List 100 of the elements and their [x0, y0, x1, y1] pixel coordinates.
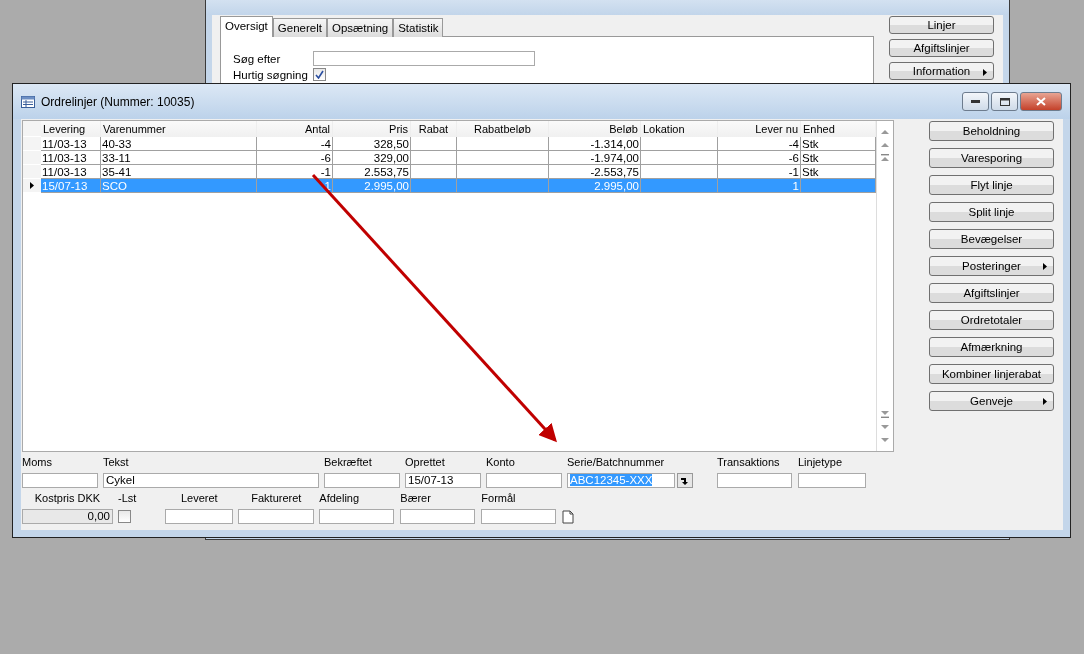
table-cell — [411, 151, 457, 165]
action-button[interactable]: Flyt linje — [929, 175, 1054, 195]
table-cell: 11/03-13 — [41, 137, 101, 151]
search-field[interactable] — [313, 51, 535, 66]
table-cell: 2.995,00 — [549, 179, 641, 193]
field-label: Formål — [481, 492, 517, 505]
note-icon[interactable] — [562, 510, 575, 524]
text-field[interactable] — [238, 509, 315, 524]
checkbox[interactable] — [313, 68, 326, 81]
field-label: Søg efter — [233, 52, 282, 65]
table-cell: Stk — [801, 151, 876, 165]
table-cell: 11/03-13 — [41, 151, 101, 165]
action-button[interactable]: Beholdning — [929, 121, 1054, 141]
table-cell: Stk — [801, 137, 876, 151]
field-label: Kostpris DKK — [33, 492, 102, 505]
action-button[interactable]: Afmærkning — [929, 337, 1054, 357]
field-label: -Lst — [118, 492, 137, 505]
column-header[interactable]: Lever nu — [718, 121, 801, 137]
column-header[interactable]: Rabat — [411, 121, 457, 137]
table-cell: -1.974,00 — [549, 151, 641, 165]
text-field[interactable] — [165, 509, 234, 524]
scroll-bottom-icon[interactable] — [881, 437, 889, 445]
minimize-button[interactable] — [962, 92, 989, 111]
tab[interactable]: Oversigt — [220, 16, 273, 37]
action-button[interactable]: Genveje — [929, 391, 1054, 411]
column-header[interactable]: Enhed — [801, 121, 876, 137]
field-label: Bekræftet — [324, 456, 373, 469]
field-label: Faktureret — [250, 492, 303, 505]
lookup-button[interactable] — [677, 473, 693, 488]
action-button[interactable]: Afgiftslinjer — [889, 39, 994, 57]
tab[interactable]: Opsætning — [326, 18, 394, 37]
text-field[interactable] — [22, 473, 98, 488]
action-button[interactable]: Kombiner linjerabat — [929, 364, 1054, 384]
arrow-icon — [681, 476, 689, 485]
table-cell: SCO — [101, 179, 257, 193]
table-icon — [21, 95, 35, 108]
field-label: Konto — [486, 456, 516, 469]
table-cell: 1 — [718, 179, 801, 193]
field-label: Hurtig søgning — [233, 68, 309, 81]
table-cell: 328,50 — [333, 137, 411, 151]
table-cell: 40-33 — [101, 137, 257, 151]
column-header[interactable]: Rabatbeløb — [457, 121, 549, 137]
field-label: Oprettet — [405, 456, 446, 469]
maximize-icon — [999, 97, 1010, 106]
current-row-icon — [30, 182, 34, 189]
text-field[interactable]: 15/07-13 — [405, 473, 481, 488]
table-cell: 2.995,00 — [333, 179, 411, 193]
row-header[interactable] — [23, 179, 41, 193]
scroll-up-icon[interactable] — [881, 142, 889, 147]
text-field[interactable] — [324, 473, 400, 488]
field-label: Afdeling — [319, 492, 361, 505]
action-button[interactable]: Split linje — [929, 202, 1054, 222]
column-header[interactable]: Lokation — [641, 121, 718, 137]
maximize-button[interactable] — [991, 92, 1018, 111]
checkbox[interactable] — [118, 510, 131, 523]
text-field[interactable] — [481, 509, 557, 524]
table-cell: 33-11 — [101, 151, 257, 165]
column-header[interactable]: Antal — [257, 121, 333, 137]
close-button[interactable] — [1020, 92, 1062, 111]
column-header[interactable]: Varenummer — [101, 121, 257, 137]
action-button[interactable]: Information — [889, 62, 994, 80]
field-label: Serie/Batchnummer — [567, 456, 666, 469]
readonly-field: 0,00 — [22, 509, 113, 524]
action-button[interactable]: Ordretotaler — [929, 310, 1054, 330]
field-label: Transaktions — [717, 456, 781, 469]
action-button[interactable]: Posteringer — [929, 256, 1054, 276]
submenu-arrow-icon — [1043, 263, 1047, 270]
tab[interactable]: Generelt — [272, 18, 327, 37]
text-field[interactable]: Cykel — [103, 473, 319, 488]
field-label: Leveret — [180, 492, 219, 505]
table-cell — [411, 179, 457, 193]
column-header[interactable]: Levering — [41, 121, 101, 137]
text-field[interactable] — [319, 509, 395, 524]
scroll-down-icon[interactable] — [881, 425, 889, 430]
minimize-icon — [971, 99, 980, 104]
column-header[interactable]: Beløb — [549, 121, 641, 137]
column-header[interactable]: Pris — [333, 121, 411, 137]
text-field[interactable] — [400, 509, 476, 524]
table-cell: 329,00 — [333, 151, 411, 165]
page-up-icon[interactable] — [881, 154, 889, 162]
table-cell: -6 — [718, 151, 801, 165]
close-icon — [1036, 97, 1046, 106]
table-cell: -4 — [257, 137, 333, 151]
text-field[interactable] — [486, 473, 562, 488]
window-title: Ordrelinjer (Nummer: 10035) — [41, 94, 196, 109]
tab[interactable]: Statistik — [393, 18, 444, 37]
action-button[interactable]: Afgiftslinjer — [929, 283, 1054, 303]
table-cell: -6 — [257, 151, 333, 165]
action-button[interactable]: Linjer — [889, 16, 994, 34]
scroll-top-icon[interactable] — [881, 127, 889, 135]
action-button[interactable]: Varesporing — [929, 148, 1054, 168]
field-label: Moms — [22, 456, 53, 469]
text-field[interactable] — [717, 473, 792, 488]
action-button[interactable]: Bevægelser — [929, 229, 1054, 249]
table-cell: 15/07-13 — [41, 179, 101, 193]
submenu-arrow-icon — [1043, 398, 1047, 405]
page-down-icon[interactable] — [881, 410, 889, 418]
table-cell: -1.314,00 — [549, 137, 641, 151]
field-label: Linjetype — [798, 456, 844, 469]
text-field[interactable] — [798, 473, 866, 488]
